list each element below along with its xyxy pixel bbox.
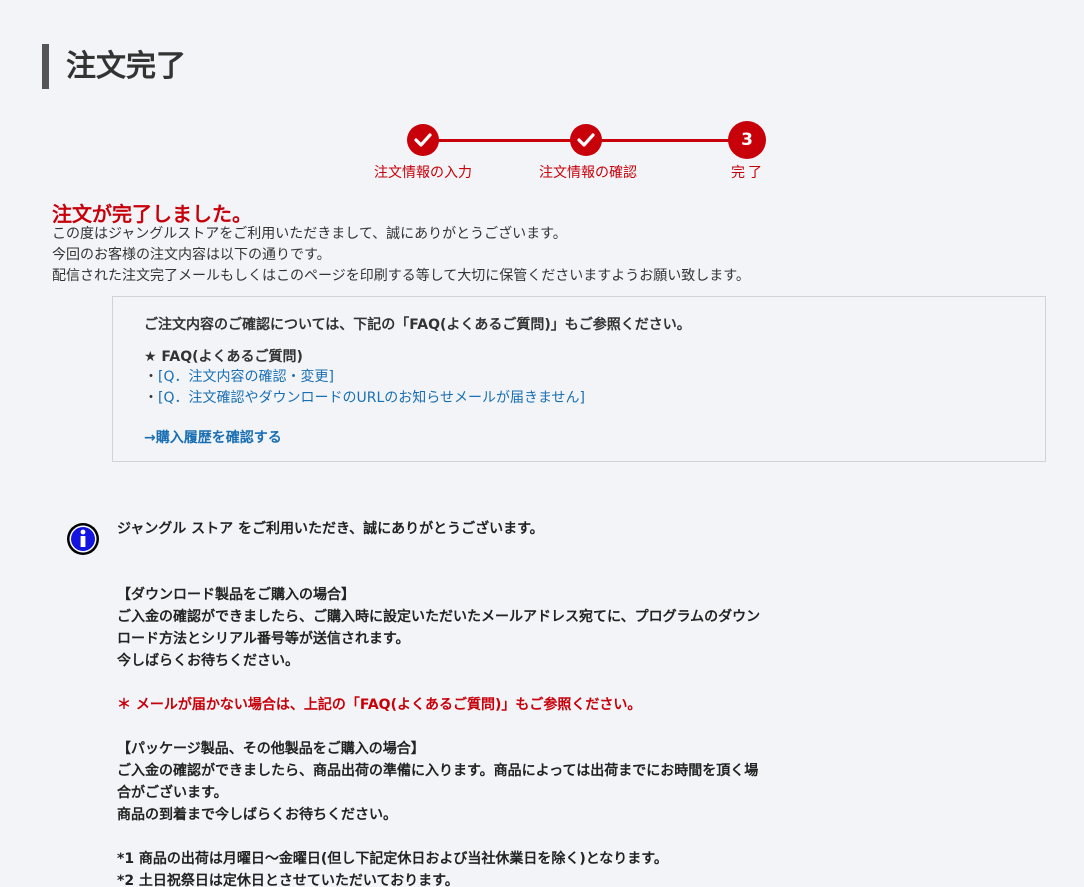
- order-stepper: 3 注文情報の入力 注文情報の確認 完了: [360, 120, 790, 190]
- complete-message-line: 今回のお客様の注文内容は以下の通りです。: [52, 247, 331, 263]
- complete-message-line: 配信された注文完了メールもしくはこのページを印刷する等して大切に保管くださいます…: [52, 268, 750, 284]
- shipping-note-1: *1 商品の出荷は月曜日～金曜日(但し下記定休日および当社休業日を除く)となりま…: [117, 851, 668, 867]
- faq-link-order-change[interactable]: [Q．注文内容の確認・変更]: [158, 369, 334, 385]
- stepper-line-2: [586, 139, 748, 142]
- step-1-label: 注文情報の入力: [374, 165, 472, 181]
- info-icon: [66, 522, 100, 556]
- step-2-check-icon: [570, 124, 602, 156]
- order-complete-page: 注文完了 3 注文情報の入力 注文情報の確認 完了 注文が完了しました。 この度…: [0, 0, 1084, 887]
- package-text: ご入金の確認ができましたら、商品出荷の準備に入ります。商品によっては出荷までにお…: [117, 763, 759, 779]
- bullet: ・: [144, 369, 158, 385]
- step-3-number: 3: [728, 121, 766, 159]
- step-1-check-icon: [407, 124, 439, 156]
- mail-note: ＊ メールが届かない場合は、上記の「FAQ(よくあるご質問)」もご参照ください。: [117, 697, 642, 713]
- faq-title: ★ FAQ(よくあるご質問): [144, 349, 303, 365]
- faq-link-mail-not-received[interactable]: [Q．注文確認やダウンロードのURLのお知らせメールが届きません]: [158, 390, 585, 406]
- download-text: ロード方法とシリアル番号等が送信されます。: [117, 631, 410, 647]
- download-text: 今しばらくお待ちください。: [117, 653, 299, 669]
- faq-note: ご注文内容のご確認については、下記の「FAQ(よくあるご質問)」もご参照ください…: [144, 317, 691, 333]
- page-title: 注文完了: [42, 44, 186, 89]
- download-text: ご入金の確認ができましたら、ご購入時に設定いただいたメールアドレス宛てに、プログ…: [117, 609, 761, 625]
- info-message: ジャングル ストア をご利用いただき、誠にありがとうございます。 【ダウンロード…: [117, 518, 817, 887]
- bullet: ・: [144, 390, 158, 406]
- faq-link-row: ・[Q．注文内容の確認・変更]: [144, 367, 1014, 388]
- step-3-label: 完了: [731, 165, 765, 181]
- shipping-note-2: *2 土日祝祭日は定休日とさせていただいております。: [117, 873, 459, 887]
- step-2-label: 注文情報の確認: [539, 165, 637, 181]
- purchase-history-link[interactable]: →購入履歴を確認する: [144, 427, 1014, 447]
- info-thanks: ジャングル ストア をご利用いただき、誠にありがとうございます。: [117, 521, 544, 537]
- stepper-line-1: [422, 139, 588, 142]
- package-text: 合がございます。: [117, 785, 228, 801]
- faq-box: ご注文内容のご確認については、下記の「FAQ(よくあるご質問)」もご参照ください…: [112, 296, 1046, 462]
- complete-message: この度はジャングルストアをご利用いただきまして、誠にありがとうございます。 今回…: [52, 224, 750, 287]
- download-heading: 【ダウンロード製品をご購入の場合】: [117, 587, 355, 603]
- complete-message-line: この度はジャングルストアをご利用いただきまして、誠にありがとうございます。: [52, 226, 567, 242]
- package-text: 商品の到着まで今しばらくお待ちください。: [117, 807, 397, 823]
- package-heading: 【パッケージ製品、その他製品をご購入の場合】: [117, 741, 425, 757]
- complete-heading: 注文が完了しました。: [52, 202, 252, 226]
- faq-link-row: ・[Q．注文確認やダウンロードのURLのお知らせメールが届きません]: [144, 388, 1014, 409]
